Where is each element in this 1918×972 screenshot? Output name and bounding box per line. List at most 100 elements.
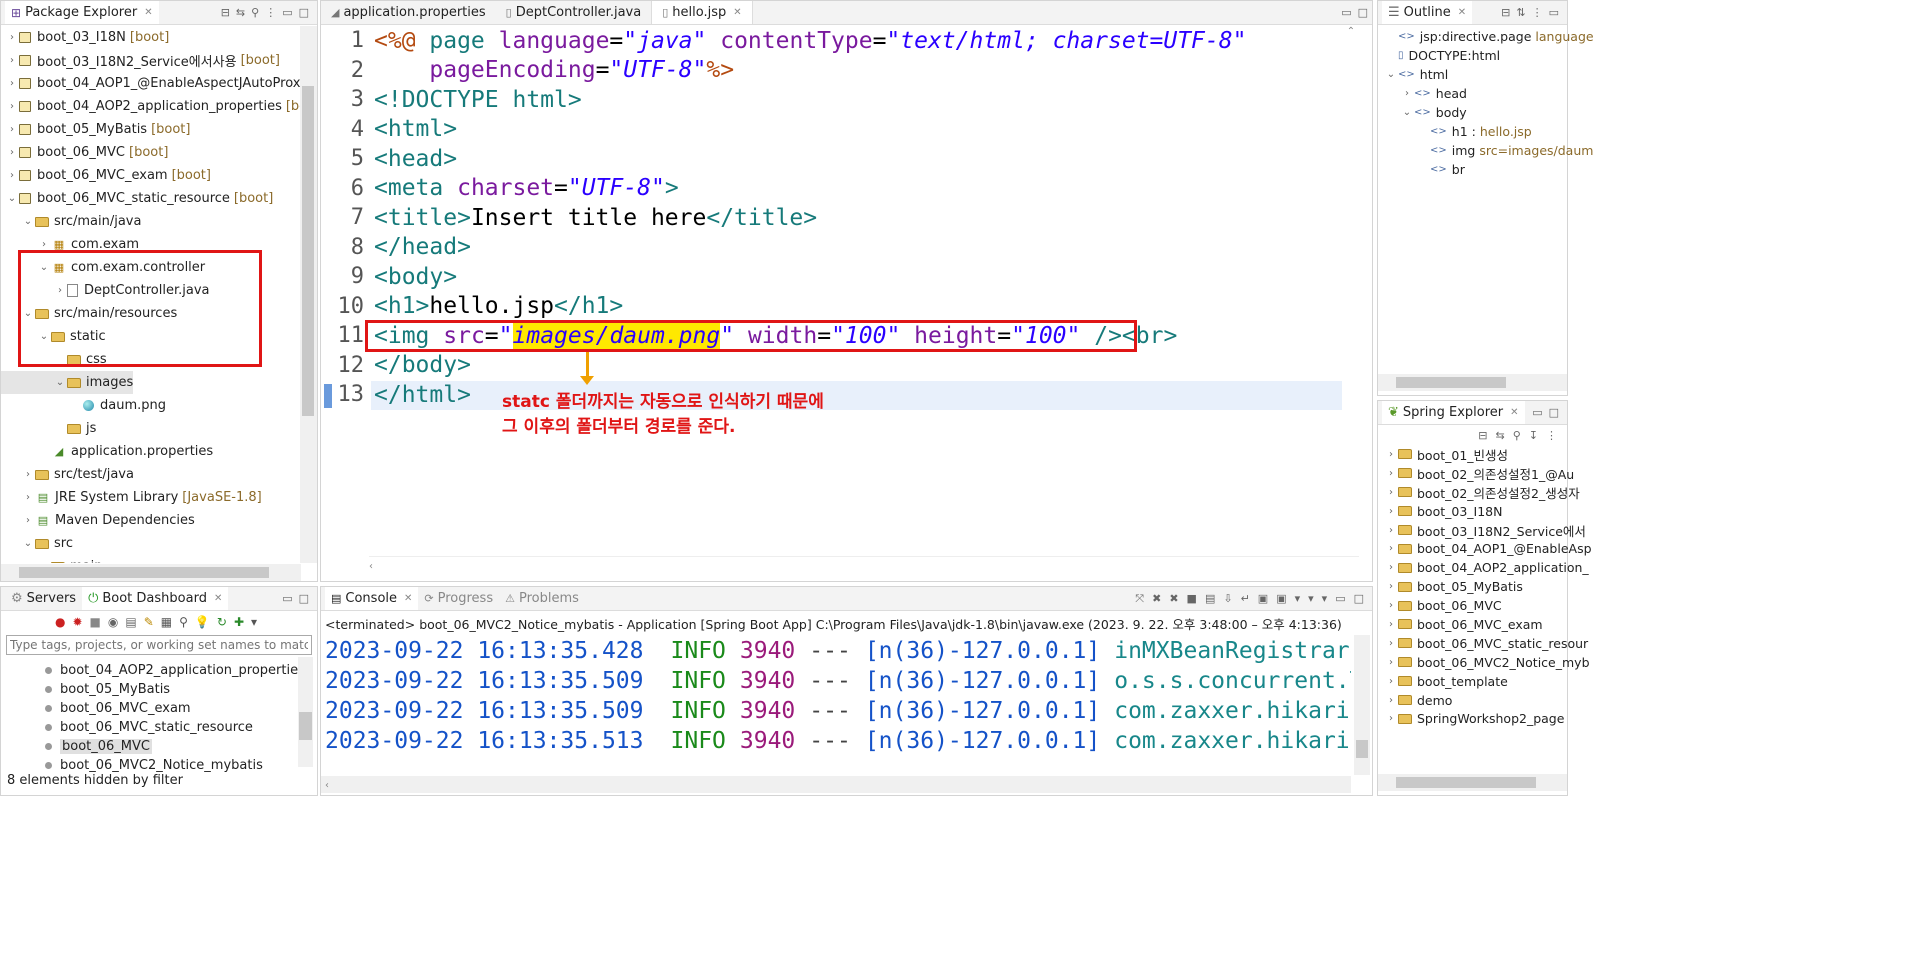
spring-project-item[interactable]: › boot_template <box>1378 672 1567 691</box>
link-with-editor-icon[interactable]: ⇆ <box>236 6 245 19</box>
view-menu-icon[interactable]: ⋮ <box>265 6 276 19</box>
refresh-icon[interactable]: ↻ <box>217 615 227 629</box>
horizontal-scrollbar[interactable] <box>1378 374 1567 391</box>
chevron-right-icon[interactable]: › <box>1384 600 1398 611</box>
spring-project-item[interactable]: › boot_06_MVC <box>1378 596 1567 615</box>
console-tab[interactable]: ⚠ Problems <box>499 587 585 610</box>
dashboard-list[interactable]: boot_04_AOP2_application_properties boot_… <box>1 661 317 775</box>
minimize-icon[interactable]: ▭ <box>1549 6 1559 19</box>
chevron-right-icon[interactable]: › <box>5 55 19 66</box>
chevron-right-icon[interactable]: › <box>5 78 19 89</box>
scroll-left-icon[interactable]: ‹ <box>321 780 329 791</box>
tree-item[interactable]: ›boot_04_AOP2_application_properties[boo… <box>1 95 317 118</box>
tab-outline[interactable]: ☰ Outline ✕ <box>1382 1 1473 24</box>
chevron-right-icon[interactable]: › <box>21 469 35 480</box>
code-line[interactable]: 6 <meta charset="UTF-8"> <box>322 174 1344 204</box>
idea-icon[interactable]: 💡 <box>195 615 210 629</box>
filter-icon[interactable]: ⚲ <box>1513 429 1521 442</box>
minimize-icon[interactable]: ▭ <box>282 592 292 605</box>
dashboard-filter-input[interactable] <box>6 635 312 655</box>
code-line[interactable]: 11 <img src="images/daum.png" width="100"… <box>322 321 1344 351</box>
chevron-right-icon[interactable]: › <box>21 492 35 503</box>
scrollbar-thumb[interactable] <box>1356 740 1368 758</box>
show-stderr-icon[interactable]: ▣ <box>1276 592 1286 605</box>
code-line[interactable]: 1 <%@ page language="java" contentType="t… <box>322 26 1344 56</box>
horizontal-scrollbar[interactable]: ‹ <box>321 776 1351 793</box>
chevron-right-icon[interactable]: › <box>5 101 19 112</box>
close-icon[interactable]: ✕ <box>1458 7 1466 18</box>
spring-project-item[interactable]: › boot_06_MVC2_Notice_myb <box>1378 653 1590 672</box>
spring-explorer-tree[interactable]: › boot_01_빈생성 › boot_02_의존성설정1_@Au › boot_02_… <box>1378 445 1592 728</box>
code-line[interactable]: 9 <body> <box>322 262 1344 292</box>
scroll-lock-icon[interactable]: ⇩ <box>1223 592 1232 605</box>
close-icon[interactable]: ✕ <box>214 593 222 604</box>
tab-boot-dashboard[interactable]: ⏻ Boot Dashboard ✕ <box>82 587 229 610</box>
pin-icon[interactable]: ⤧ <box>1135 592 1144 606</box>
code-line[interactable]: 13 </html> <box>322 380 1344 410</box>
horizontal-scrollbar[interactable] <box>1 564 301 581</box>
open-browser-icon[interactable]: ◉ <box>108 615 118 629</box>
code-line[interactable]: 3 <!DOCTYPE html> <box>322 85 1344 115</box>
tree-item[interactable]: › ▤ Maven Dependencies <box>1 509 317 532</box>
minimize-icon[interactable]: ▭ <box>1335 592 1345 605</box>
tree-item[interactable]: js <box>1 417 317 440</box>
tree-item[interactable]: ›boot_04_AOP1_@EnableAspectJAutoProxy[bo… <box>1 72 317 95</box>
chevron-down-icon[interactable]: ⌄ <box>1400 107 1414 118</box>
tab-spring-explorer[interactable]: ❦ Spring Explorer ✕ <box>1382 401 1525 424</box>
chevron-down-icon[interactable]: ⌄ <box>37 331 51 342</box>
chevron-right-icon[interactable]: › <box>37 239 51 250</box>
new-console-icon[interactable]: ▾ <box>1322 592 1328 605</box>
spring-project-item[interactable]: › boot_02_의존성설정1_@Au <box>1378 464 1574 483</box>
minimize-icon[interactable]: ▭ <box>1341 6 1351 19</box>
close-icon[interactable]: ✕ <box>1510 407 1518 418</box>
maximize-icon[interactable]: □ <box>299 592 309 605</box>
chevron-down-icon[interactable]: ⌄ <box>5 193 19 204</box>
spring-project-item[interactable]: › boot_05_MyBatis <box>1378 577 1567 596</box>
dashboard-item[interactable]: boot_06_MVC_exam <box>1 699 317 718</box>
chevron-right-icon[interactable]: › <box>1384 657 1398 668</box>
scrollbar-thumb[interactable] <box>19 567 269 578</box>
show-stdout-icon[interactable]: ▣ <box>1258 592 1268 605</box>
properties-icon[interactable]: ▦ <box>161 615 172 629</box>
chevron-right-icon[interactable]: › <box>53 285 67 296</box>
tree-item[interactable]: daum.png <box>1 394 317 417</box>
debug-icon[interactable]: ✹ <box>72 615 82 629</box>
chevron-down-icon[interactable]: ⌄ <box>1384 69 1398 80</box>
console-output[interactable]: 2023-09-22 16:13:35.428 INFO 3940 --- [n(36)… <box>321 636 1351 756</box>
scrollbar-thumb[interactable] <box>1396 377 1506 388</box>
spring-project-item[interactable]: › demo <box>1378 691 1567 710</box>
console-tab[interactable]: ▤ Console ✕ <box>325 587 419 610</box>
chevron-right-icon[interactable]: › <box>1384 506 1398 517</box>
outline-item[interactable]: <> jsp:directive.page language <box>1378 27 1594 46</box>
chevron-right-icon[interactable]: › <box>1384 581 1398 592</box>
tree-item[interactable]: › ▦ com.exam <box>1 233 317 256</box>
maximize-icon[interactable]: □ <box>1354 592 1364 605</box>
tree-item[interactable]: › boot_03_I18N2_Service에서사용 [boot] <box>1 49 317 72</box>
scroll-left-icon[interactable]: ‹ <box>369 561 373 572</box>
code-line[interactable]: 10 <h1>hello.jsp</h1> <box>322 292 1344 322</box>
chevron-right-icon[interactable]: › <box>1384 468 1398 479</box>
spring-project-item[interactable]: › boot_06_MVC_static_resour <box>1378 634 1588 653</box>
collapse-all-icon[interactable]: ⊟ <box>1501 6 1510 19</box>
collapse-all-icon[interactable]: ⊟ <box>221 6 230 19</box>
chevron-right-icon[interactable]: › <box>1384 676 1398 687</box>
tree-item[interactable]: › boot_06_MVC [boot] <box>1 141 317 164</box>
tab-servers[interactable]: ⚙ Servers <box>5 587 82 610</box>
dashboard-item[interactable]: boot_04_AOP2_application_properties <box>1 661 317 680</box>
maximize-icon[interactable]: □ <box>1358 6 1368 19</box>
view-menu-icon[interactable]: ⋮ <box>1546 429 1557 442</box>
sort-icon[interactable]: ↧ <box>1529 429 1538 442</box>
view-menu-icon[interactable]: ⋮ <box>1532 6 1543 19</box>
close-icon[interactable]: ✕ <box>404 593 412 604</box>
editor-tab[interactable]: ▯ DeptController.java <box>496 1 652 24</box>
tab-package-explorer[interactable]: ⊞ Package Explorer ✕ <box>5 1 159 24</box>
minimize-icon[interactable]: ▭ <box>1532 406 1542 419</box>
word-wrap-icon[interactable]: ↵ <box>1241 592 1250 605</box>
outline-item[interactable]: ⌄ <> html <box>1378 65 1567 84</box>
terminate-icon[interactable]: ✖ <box>1152 592 1161 605</box>
tree-item[interactable]: › DeptController.java <box>1 279 317 302</box>
chevron-right-icon[interactable]: › <box>1384 449 1398 460</box>
code-editor[interactable]: 1 <%@ page language="java" contentType="t… <box>322 26 1344 410</box>
display-console-icon[interactable]: ▾ <box>1308 592 1314 605</box>
filter-icon[interactable]: ⚲ <box>179 615 188 629</box>
